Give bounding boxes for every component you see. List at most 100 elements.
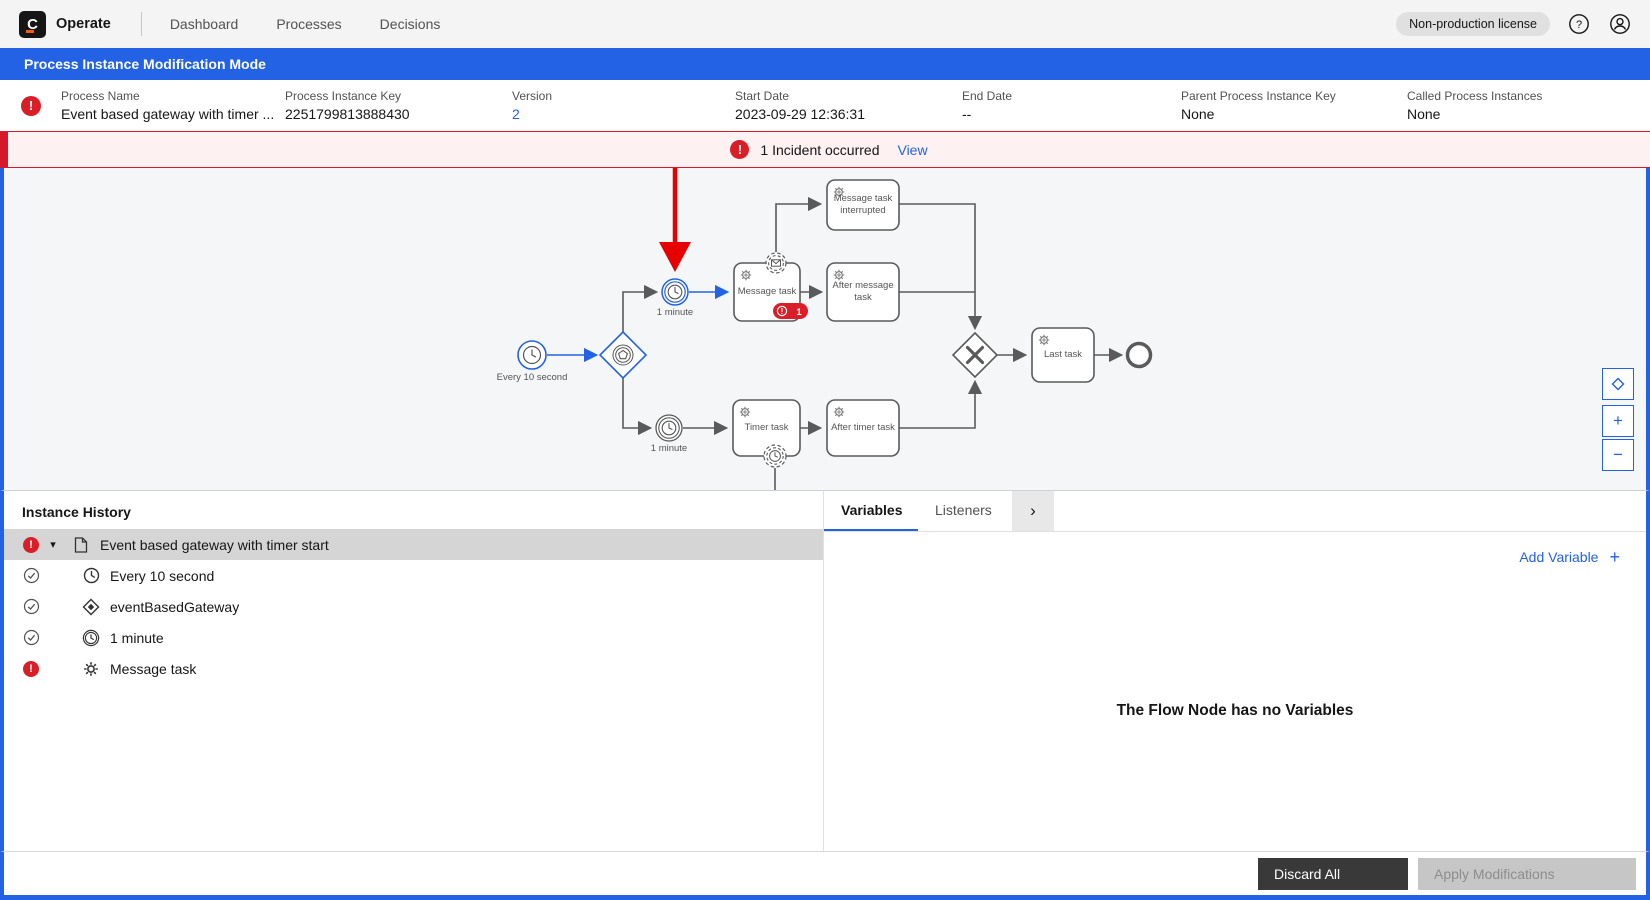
app-name: Operate xyxy=(56,16,111,32)
add-variable-button[interactable]: Add Variable + xyxy=(1519,548,1620,566)
bpmn-end-event[interactable] xyxy=(1125,341,1153,369)
bpmn-boundary-timer-event[interactable] xyxy=(763,444,787,468)
modification-frame-bottom-border xyxy=(0,895,1650,900)
modification-mode-banner: Process Instance Modification Mode xyxy=(0,48,1650,80)
plus-icon: + xyxy=(1609,547,1620,567)
incident-state-icon: ! xyxy=(22,536,40,553)
field-value: None xyxy=(1181,106,1215,122)
bpmn-message-task-interrupted[interactable]: Message task interrupted xyxy=(826,179,900,231)
modification-footer: Discard All Apply Modifications xyxy=(0,851,1650,895)
instance-history-panel: Instance History ! ▾ Event based gateway… xyxy=(4,491,824,851)
modification-pointer-arrow xyxy=(659,168,691,272)
history-row-label: Every 10 second xyxy=(110,567,215,584)
tab-listeners[interactable]: Listeners xyxy=(918,491,1012,531)
svg-text:!: ! xyxy=(781,307,784,316)
field-parent-process-instance-key: Parent Process Instance Key None xyxy=(1181,89,1407,122)
bpmn-after-timer-task[interactable]: After timer task xyxy=(826,399,900,457)
license-badge: Non-production license xyxy=(1396,12,1550,36)
field-label: End Date xyxy=(962,89,1013,103)
bpmn-label-timer-task: Timer task xyxy=(744,422,789,434)
incident-banner: ! 1 Incident occurred View xyxy=(0,131,1650,168)
history-row-message-task[interactable]: ! Message task xyxy=(4,653,823,684)
timer-start-event-icon xyxy=(82,567,100,584)
zoom-out-button[interactable]: − xyxy=(1602,439,1634,471)
field-label: Start Date xyxy=(735,89,790,103)
bpmn-xor-gateway[interactable] xyxy=(951,331,999,379)
bpmn-timer-event-upper[interactable] xyxy=(661,278,689,306)
diagram-zoom-controls: + − xyxy=(1602,368,1634,471)
bpmn-label-after-timer-task: After timer task xyxy=(831,422,895,434)
flow-boundary-to-interrupted xyxy=(775,196,823,252)
bottom-panels: Instance History ! ▾ Event based gateway… xyxy=(0,490,1650,851)
incident-banner-message: 1 Incident occurred xyxy=(760,141,880,158)
nav-divider xyxy=(140,12,142,36)
reset-zoom-button[interactable] xyxy=(1602,368,1634,400)
incident-banner-icon: ! xyxy=(730,140,750,159)
history-row-label: 1 minute xyxy=(110,629,164,646)
history-row-timer-event[interactable]: 1 minute xyxy=(4,622,823,653)
zoom-in-button[interactable]: + xyxy=(1602,405,1634,437)
history-row-event-based-gateway[interactable]: eventBasedGateway xyxy=(4,591,823,622)
svg-text:?: ? xyxy=(1576,19,1582,31)
field-version: Version 2 xyxy=(512,89,735,122)
incident-view-link[interactable]: View xyxy=(897,142,927,158)
operate-app: C Operate Dashboard Processes Decisions … xyxy=(0,0,1650,900)
bpmn-event-based-gateway[interactable] xyxy=(598,330,648,380)
help-icon[interactable]: ? xyxy=(1567,12,1591,36)
instance-header: ! Process Name Event based gateway with … xyxy=(0,80,1650,131)
bpmn-diagram-canvas[interactable]: Every 10 second 1 minute Message task ! … xyxy=(0,168,1650,490)
camunda-logo[interactable]: C xyxy=(19,10,46,38)
process-document-icon xyxy=(72,536,90,553)
field-label: Process Instance Key xyxy=(285,89,402,103)
reset-zoom-icon xyxy=(1611,377,1625,391)
field-value: 2251799813888430 xyxy=(285,106,410,122)
bpmn-label-start-event: Every 10 second xyxy=(496,372,568,384)
field-value: Event based gateway with timer ... xyxy=(61,106,275,122)
bpmn-boundary-message-event[interactable] xyxy=(765,252,787,274)
nav-dashboard[interactable]: Dashboard xyxy=(170,16,239,32)
top-navigation: C Operate Dashboard Processes Decisions … xyxy=(0,0,1650,48)
history-row-process-instance[interactable]: ! ▾ Event based gateway with timer start xyxy=(4,529,823,560)
no-variables-message: The Flow Node has no Variables xyxy=(1116,702,1354,719)
brand: C Operate xyxy=(0,10,111,38)
chevron-down-icon[interactable]: ▾ xyxy=(47,538,59,551)
bpmn-label-timer-lower: 1 minute xyxy=(650,442,688,454)
event-based-gateway-icon xyxy=(82,598,100,616)
bpmn-after-message-task[interactable]: After message task xyxy=(826,262,900,322)
service-task-gear-icon xyxy=(82,661,100,677)
incident-count-badge: ! 1 xyxy=(773,303,808,319)
bpmn-label-timer-upper: 1 minute xyxy=(656,306,694,318)
discard-all-button[interactable]: Discard All xyxy=(1258,857,1408,890)
add-variable-label: Add Variable xyxy=(1519,549,1599,565)
instance-incident-icon: ! xyxy=(21,95,41,116)
flow-interrupted-to-xor xyxy=(899,203,983,331)
nav-processes[interactable]: Processes xyxy=(276,16,341,32)
timer-catch-event-icon xyxy=(82,629,100,647)
tab-overflow-chevron-icon[interactable]: › xyxy=(1012,491,1054,531)
bpmn-label-after-message-task: After message task xyxy=(832,280,894,303)
panel-tabs: Variables Listeners › xyxy=(824,491,1646,532)
apply-modifications-button[interactable]: Apply Modifications xyxy=(1418,857,1636,890)
field-value: 2023-09-29 12:36:31 xyxy=(735,106,865,122)
modification-mode-title: Process Instance Modification Mode xyxy=(24,56,266,72)
field-value: None xyxy=(1407,106,1441,122)
user-icon[interactable] xyxy=(1608,12,1632,36)
version-link[interactable]: 2 xyxy=(512,106,735,122)
bpmn-start-event-timer[interactable] xyxy=(517,340,547,370)
field-start-date: Start Date 2023-09-29 12:36:31 xyxy=(735,89,962,122)
variables-body: Add Variable + The Flow Node has no Vari… xyxy=(824,532,1646,851)
history-row-start-event[interactable]: Every 10 second xyxy=(4,560,823,591)
bpmn-timer-event-lower[interactable] xyxy=(655,414,683,442)
field-label: Called Process Instances xyxy=(1407,89,1543,103)
field-process-instance-key: Process Instance Key 2251799813888430 xyxy=(285,89,512,122)
field-label: Version xyxy=(512,89,553,103)
history-row-label: Message task xyxy=(110,660,197,677)
bpmn-last-task[interactable]: Last task xyxy=(1031,327,1095,383)
flow-after-timer-to-xor xyxy=(899,379,983,429)
nav-decisions[interactable]: Decisions xyxy=(380,16,441,32)
field-value: -- xyxy=(962,106,972,122)
bpmn-timer-task[interactable]: Timer task xyxy=(732,399,801,457)
incident-state-icon: ! xyxy=(22,660,40,677)
tab-variables[interactable]: Variables xyxy=(824,491,918,531)
history-row-label: Event based gateway with timer start xyxy=(100,536,329,553)
